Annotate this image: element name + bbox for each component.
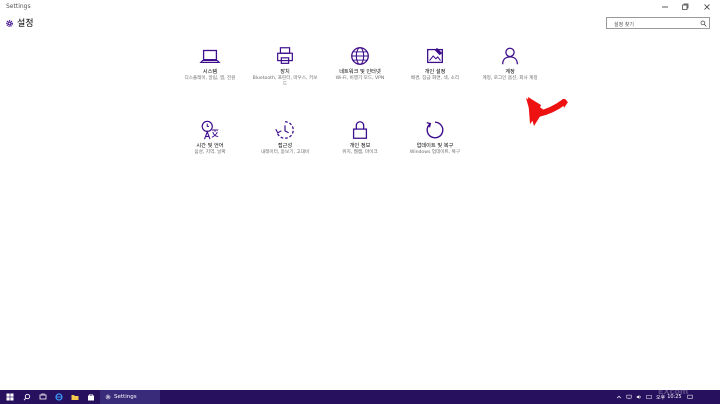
- person-icon: [502, 47, 518, 65]
- watermark: EXcom: [658, 387, 689, 396]
- folder-icon: [71, 395, 79, 400]
- ease-of-access-icon: [275, 121, 294, 139]
- tile-privacy[interactable]: 개인 정보 위치, 웹캠, 마이크: [325, 119, 395, 156]
- store-icon: [88, 394, 94, 401]
- tile-description: 배경, 잠금 화면, 색, 소리: [410, 76, 460, 81]
- gear-icon: [105, 394, 111, 400]
- taskbar-search-button[interactable]: [20, 390, 34, 404]
- browser-icon: [55, 393, 63, 401]
- tile-title: 네트워크 및 인터넷: [339, 69, 381, 75]
- tile-devices[interactable]: 장치 Bluetooth, 프린터, 마우스, 키보드: [250, 45, 320, 88]
- close-button[interactable]: [692, 0, 720, 14]
- tile-accounts[interactable]: 계정 계정, 로그인 옵션, 회사 계정: [475, 45, 545, 82]
- tile-network[interactable]: 네트워크 및 인터넷 Wi-Fi, 비행기 모드, VPN: [325, 45, 395, 82]
- page-title: 설정: [17, 19, 34, 29]
- restore-icon: [682, 3, 689, 10]
- tile-description: 계정, 로그인 옵션, 회사 계정: [482, 76, 538, 81]
- globe-icon: [351, 47, 369, 65]
- tile-system[interactable]: 시스템 디스플레이, 알림, 앱, 전원: [175, 45, 245, 82]
- volume-icon[interactable]: [636, 394, 642, 400]
- lock-icon: [352, 121, 368, 139]
- tile-description: 내레이터, 돋보기, 고대비: [260, 150, 310, 155]
- taskbar-edge[interactable]: [52, 390, 66, 404]
- taskbar-settings-app[interactable]: Settings: [100, 390, 160, 404]
- tile-update-recovery[interactable]: 업데이트 및 복구 Windows 업데이트, 복구: [400, 119, 470, 156]
- tile-title: 개인 정보: [349, 143, 371, 149]
- tile-title: 계정: [505, 69, 515, 75]
- tile-description: 디스플레이, 알림, 앱, 전원: [184, 76, 236, 81]
- time-language-icon: [201, 120, 219, 140]
- tile-ease-of-access[interactable]: 접근성 내레이터, 돋보기, 고대비: [250, 119, 320, 156]
- tile-title: 시간 및 언어: [196, 143, 224, 149]
- close-icon: [704, 4, 710, 10]
- tile-description: Wi-Fi, 비행기 모드, VPN: [335, 76, 385, 81]
- title-bar: Settings: [0, 0, 720, 14]
- taskbar: Settings 오후 10:25: [0, 390, 720, 404]
- network-icon[interactable]: [626, 394, 632, 400]
- search-icon[interactable]: [700, 20, 707, 27]
- annotation-arrow: [526, 97, 568, 126]
- minimize-icon: [662, 6, 668, 8]
- tile-description: Bluetooth, 프린터, 마우스, 키보드: [252, 76, 318, 87]
- tile-personalization[interactable]: 개인 설정 배경, 잠금 화면, 색, 소리: [400, 45, 470, 82]
- taskbar-file-explorer[interactable]: [68, 390, 82, 404]
- tile-description: 음성, 지역, 날짜: [194, 150, 226, 155]
- search-icon: [23, 393, 31, 401]
- personalization-icon: [427, 47, 443, 64]
- tile-title: 장치: [280, 69, 290, 75]
- chevron-up-icon[interactable]: [616, 394, 622, 400]
- tile-time-language[interactable]: 시간 및 언어 음성, 지역, 날짜: [175, 119, 245, 156]
- tile-description: 위치, 웹캠, 마이크: [342, 150, 378, 155]
- taskbar-app-label: Settings: [114, 394, 137, 400]
- keyboard-icon[interactable]: [646, 394, 652, 400]
- tile-title: 접근성: [277, 143, 293, 149]
- tile-title: 개인 설정: [424, 69, 446, 75]
- tile-title: 시스템: [202, 69, 218, 75]
- refresh-icon: [426, 121, 444, 139]
- task-view-button[interactable]: [36, 390, 50, 404]
- taskbar-store[interactable]: [84, 390, 98, 404]
- search-input[interactable]: 설정 찾기: [606, 17, 710, 29]
- window-title: Settings: [6, 3, 31, 10]
- task-view-icon: [39, 393, 47, 400]
- tile-description: Windows 업데이트, 복구: [409, 150, 461, 155]
- start-button[interactable]: [3, 390, 17, 404]
- laptop-icon: [199, 49, 221, 64]
- tile-title: 업데이트 및 복구: [416, 143, 454, 149]
- devices-icon: [277, 47, 293, 64]
- windows-logo-icon: [6, 393, 14, 401]
- search-placeholder: 설정 찾기: [614, 22, 634, 28]
- gear-icon: [6, 20, 13, 27]
